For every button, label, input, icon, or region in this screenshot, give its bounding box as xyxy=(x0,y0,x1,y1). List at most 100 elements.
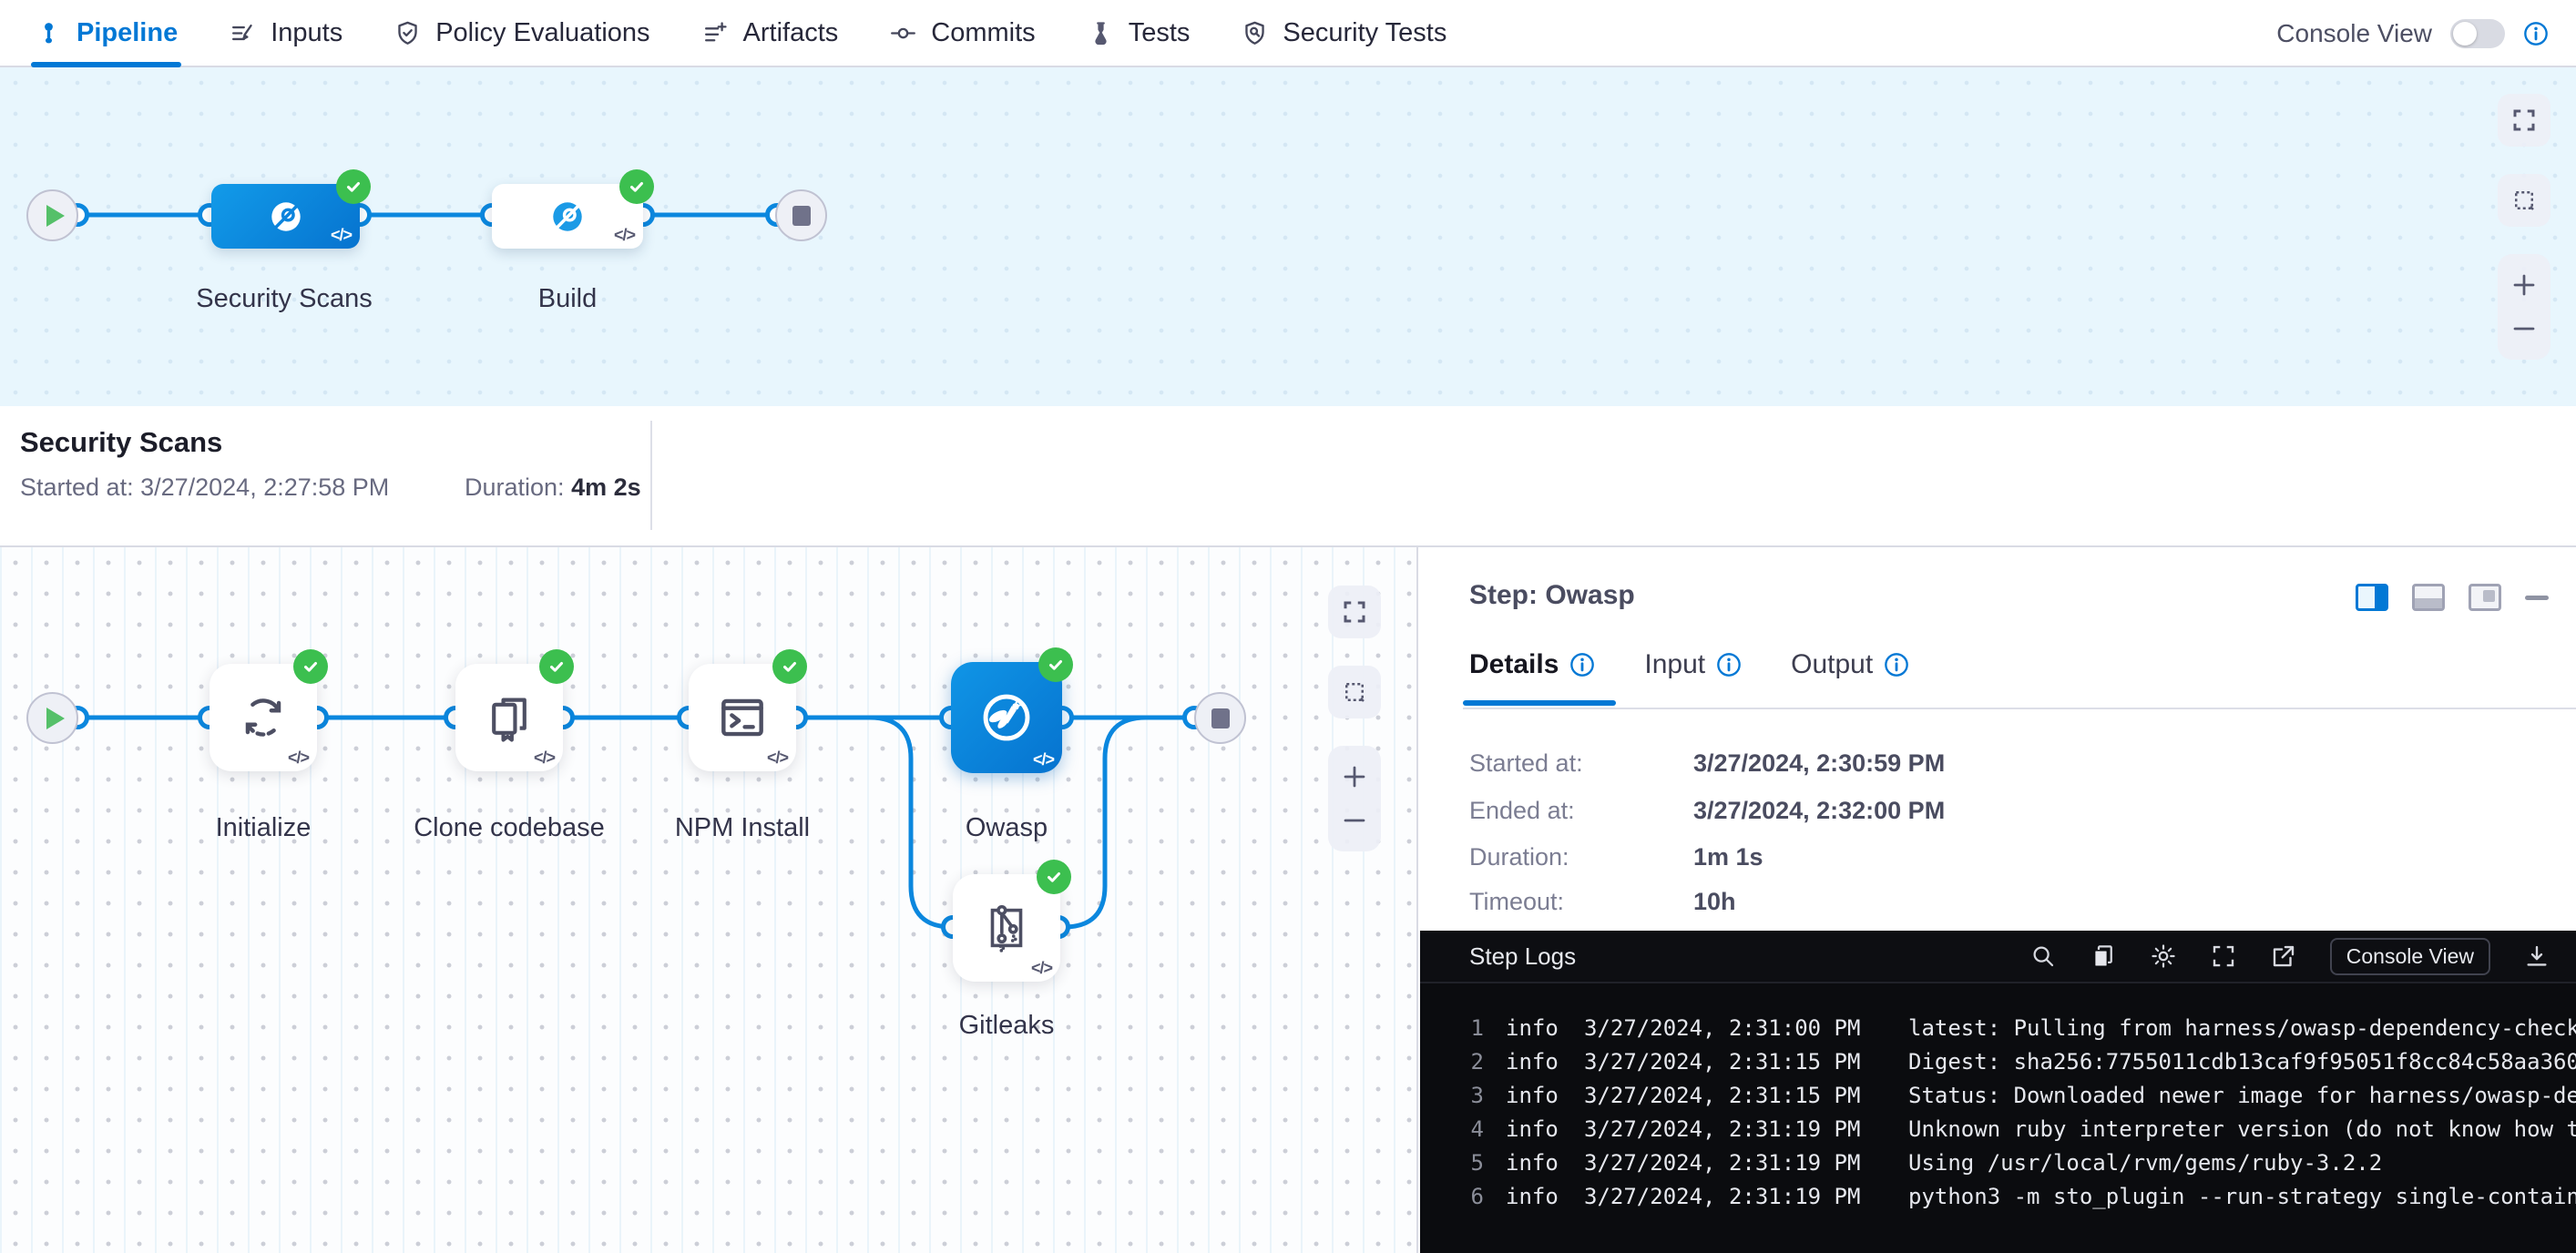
divider xyxy=(1463,708,2576,709)
step-node-gitleaks[interactable]: </> xyxy=(953,874,1060,982)
step-panel-tabs: Details Input Output xyxy=(1469,649,1909,680)
step-label: NPM Install xyxy=(633,813,852,843)
clone-codebase-icon xyxy=(481,689,537,746)
settings-icon[interactable] xyxy=(2150,942,2177,970)
plus-icon xyxy=(1341,763,1368,790)
code-icon: </> xyxy=(767,749,788,768)
step-details-panel: Step: Owasp Details Input Output Started… xyxy=(1420,547,2576,1253)
console-view-label: Console View xyxy=(2276,19,2432,48)
marquee-select-button[interactable] xyxy=(2498,174,2550,227)
toggle-knob xyxy=(2453,22,2477,46)
nav-tab-policy-evaluations[interactable]: Policy Evaluations xyxy=(394,0,649,66)
info-icon[interactable] xyxy=(1884,652,1909,677)
minimize-panel-icon[interactable] xyxy=(2525,596,2549,600)
stage-start-node[interactable] xyxy=(26,189,78,241)
nav-tab-inputs[interactable]: Inputs xyxy=(229,0,342,66)
code-icon: </> xyxy=(534,749,555,768)
panel-view-switcher xyxy=(2356,584,2549,611)
fullscreen-button[interactable] xyxy=(2498,94,2550,147)
step-label: Initialize xyxy=(154,813,373,843)
build-stage-icon xyxy=(547,196,588,238)
fullscreen-icon xyxy=(2510,107,2538,134)
nav-tab-pipeline[interactable]: Pipeline xyxy=(35,0,178,66)
zoom-controls xyxy=(1328,746,1381,851)
artifacts-icon xyxy=(701,19,730,47)
info-icon[interactable] xyxy=(2523,21,2549,46)
zoom-out-button[interactable] xyxy=(2498,307,2550,351)
tab-input[interactable]: Input xyxy=(1644,649,1742,680)
open-in-new-icon[interactable] xyxy=(2270,942,2297,970)
pipeline-icon xyxy=(35,19,63,47)
stage-node-security-scans[interactable]: </> xyxy=(211,184,360,249)
step-graph-canvas: </> Initialize </> Clone codebase </> NP… xyxy=(0,547,1418,1253)
success-badge xyxy=(539,649,574,684)
bottom-panel-view-icon[interactable] xyxy=(2412,584,2445,611)
download-icon[interactable] xyxy=(2523,942,2550,970)
copy-icon[interactable] xyxy=(2090,942,2117,970)
floating-panel-view-icon[interactable] xyxy=(2469,584,2501,611)
zoom-out-button[interactable] xyxy=(1328,799,1381,842)
stage-edges xyxy=(0,67,2576,406)
step-node-owasp[interactable]: </> xyxy=(951,662,1062,773)
step-end-node[interactable] xyxy=(1194,692,1246,744)
step-start-node[interactable] xyxy=(26,692,78,744)
stop-icon xyxy=(1211,708,1230,728)
info-icon[interactable] xyxy=(1569,652,1595,677)
commits-icon xyxy=(889,19,917,47)
right-panel-view-icon[interactable] xyxy=(2356,584,2388,611)
stage-graph-canvas: </> Security Scans </> Build xyxy=(0,67,2576,406)
inputs-icon xyxy=(229,19,257,47)
step-label: Gitleaks xyxy=(897,1011,1116,1041)
step-node-npm-install[interactable]: </> xyxy=(689,664,796,771)
zoom-in-button[interactable] xyxy=(1328,755,1381,799)
nav-tab-security-tests[interactable]: Security Tests xyxy=(1241,0,1446,66)
policy-evaluations-icon xyxy=(394,19,422,47)
stage-canvas-controls xyxy=(2498,94,2550,360)
log-line: 3info3/27/2024, 2:31:15 PMStatus: Downlo… xyxy=(1420,1078,2576,1112)
log-line: 4info3/27/2024, 2:31:19 PMUnknown ruby i… xyxy=(1420,1112,2576,1146)
step-node-initialize[interactable]: </> xyxy=(210,664,317,771)
step-node-clone-codebase[interactable]: </> xyxy=(455,664,563,771)
stage-end-node[interactable] xyxy=(775,189,827,241)
fullscreen-button[interactable] xyxy=(1328,586,1381,638)
code-icon: </> xyxy=(614,226,635,245)
stage-node-build[interactable]: </> xyxy=(492,184,643,249)
stop-icon xyxy=(792,206,811,226)
fullscreen-icon xyxy=(1341,598,1368,626)
owasp-icon xyxy=(976,688,1037,748)
log-line: 1info3/27/2024, 2:31:00 PMlatest: Pullin… xyxy=(1420,1011,2576,1044)
console-view-toggle[interactable] xyxy=(2450,19,2505,48)
nav-tab-artifacts[interactable]: Artifacts xyxy=(701,0,839,66)
search-icon[interactable] xyxy=(2029,942,2057,970)
success-badge xyxy=(293,649,328,684)
step-edges xyxy=(0,547,1418,1253)
step-logs-toolbar: Console View xyxy=(2029,938,2550,975)
console-view-button[interactable]: Console View xyxy=(2330,938,2490,975)
nav-tabs: Pipeline Inputs Policy Evaluations Artif… xyxy=(0,0,2576,66)
nav-tab-tests[interactable]: Tests xyxy=(1087,0,1191,66)
play-icon xyxy=(46,708,65,729)
step-label: Owasp xyxy=(897,813,1116,843)
step-canvas-controls xyxy=(1328,586,1381,851)
plus-icon xyxy=(2510,271,2538,299)
log-line: 2info3/27/2024, 2:31:15 PMDigest: sha256… xyxy=(1420,1044,2576,1078)
detail-row-started: Started at:3/27/2024, 2:30:59 PM xyxy=(1469,749,1945,778)
success-badge xyxy=(619,169,654,204)
log-lines: 1info3/27/2024, 2:31:00 PMlatest: Pullin… xyxy=(1420,983,2576,1213)
success-badge xyxy=(1037,860,1071,894)
gitleaks-icon xyxy=(978,900,1035,956)
success-badge xyxy=(336,169,371,204)
stage-duration: Duration: 4m 2s xyxy=(465,474,641,502)
zoom-in-button[interactable] xyxy=(2498,263,2550,307)
step-label: Clone codebase xyxy=(400,813,618,843)
tab-output[interactable]: Output xyxy=(1791,649,1909,680)
step-logs-header: Step Logs Console View xyxy=(1420,931,2576,983)
nav-tab-commits[interactable]: Commits xyxy=(889,0,1035,66)
detail-row-ended: Ended at:3/27/2024, 2:32:00 PM xyxy=(1469,797,1945,825)
fullscreen-icon[interactable] xyxy=(2210,942,2237,970)
tab-details[interactable]: Details xyxy=(1469,649,1595,680)
top-nav: Pipeline Inputs Policy Evaluations Artif… xyxy=(0,0,2576,67)
info-icon[interactable] xyxy=(1716,652,1742,677)
play-icon xyxy=(46,205,65,227)
marquee-select-button[interactable] xyxy=(1328,666,1381,718)
